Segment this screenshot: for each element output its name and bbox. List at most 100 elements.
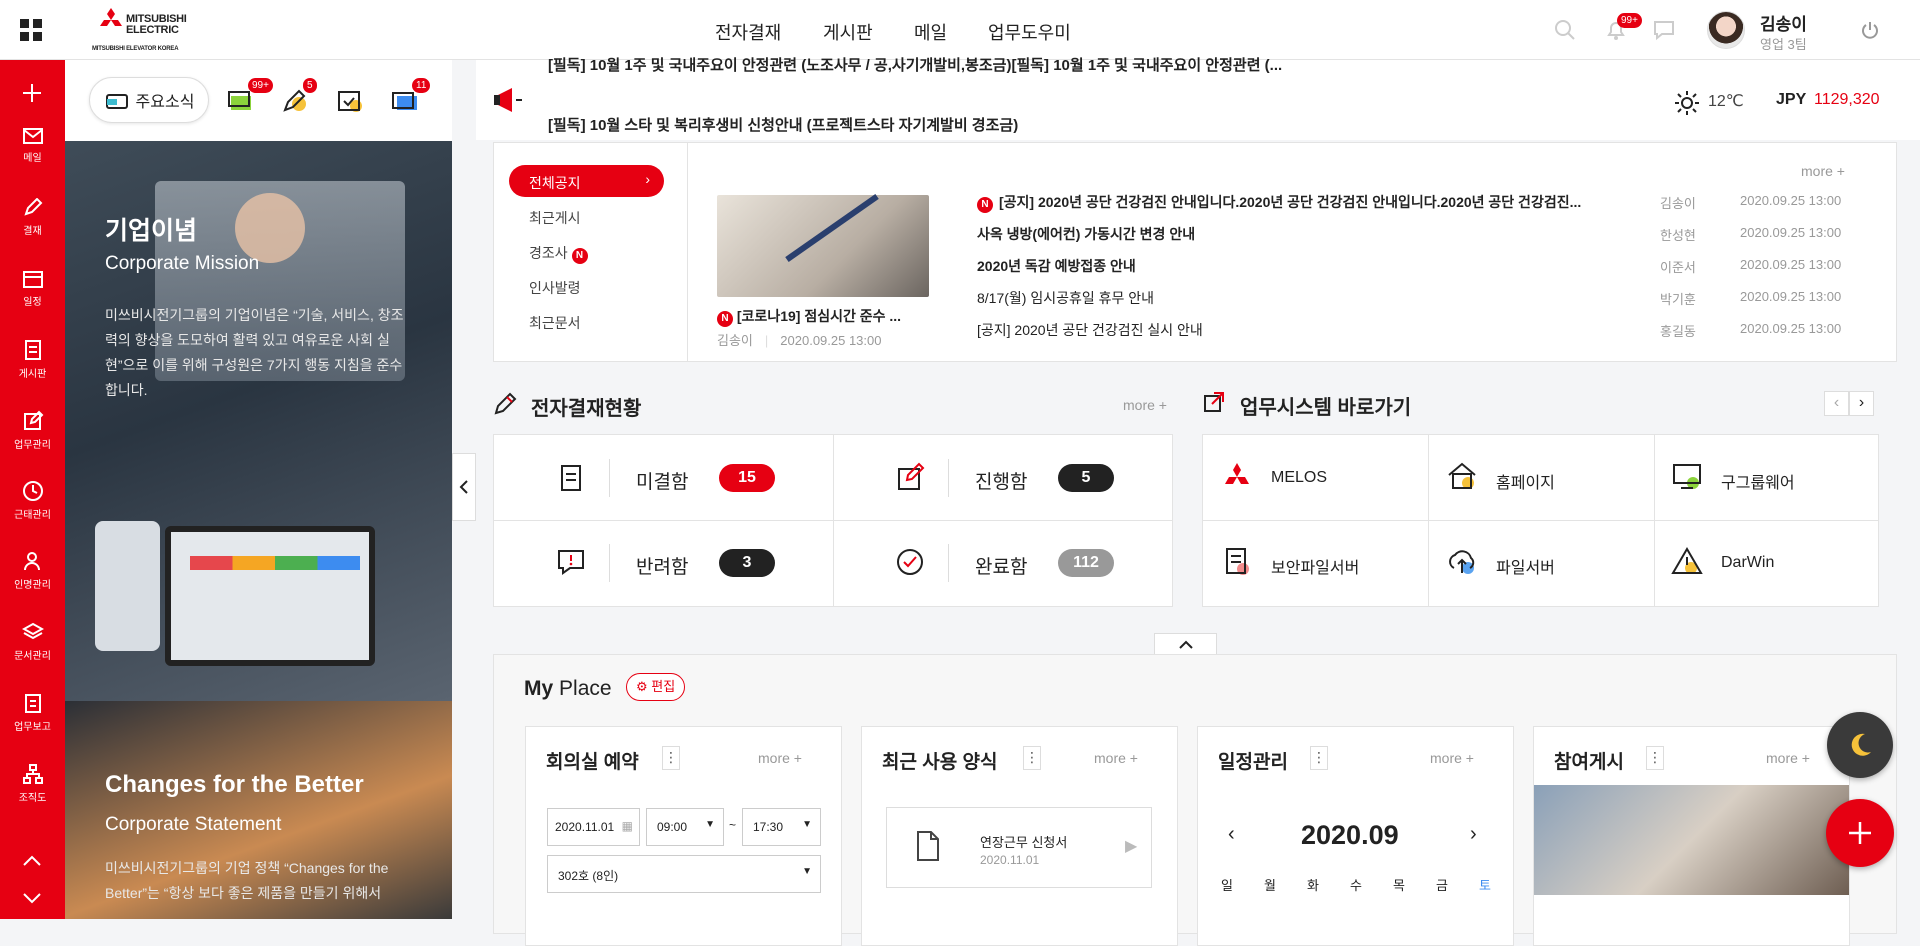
- dark-mode-button[interactable]: [1827, 712, 1893, 778]
- left-panel-tabs: 주요소식 99+ 5 11: [65, 60, 452, 141]
- collapse-myplace-button[interactable]: [1154, 633, 1217, 655]
- corporate-mission-banner[interactable]: 기업이념 Corporate Mission 미쓰비시전기그룹의 기업이념은 “…: [65, 141, 452, 701]
- nav-board[interactable]: 게시판: [823, 19, 873, 45]
- sidebar-item-documents[interactable]: 문서관리: [0, 621, 65, 662]
- company-logo[interactable]: MITSUBISHI ELECTRIC MITSUBISHI ELEVATOR K…: [92, 8, 202, 54]
- scroll-up-icon[interactable]: [22, 855, 42, 867]
- power-icon[interactable]: [1860, 20, 1880, 40]
- notice-tab-all[interactable]: 전체공지 ›: [509, 165, 664, 197]
- shortcuts-box: MELOS 홈페이지 구그룹웨어보안파일서버 파일서버 DarWin: [1202, 434, 1879, 607]
- meeting-end-select[interactable]: 17:30 ▼: [742, 808, 821, 846]
- sidebar-item-people[interactable]: 인명관리: [0, 550, 65, 591]
- calendar-next-button[interactable]: ›: [1470, 823, 1477, 846]
- ticker-line-2[interactable]: [필독] 10월 스타 및 복리후생비 신청안내 (프로젝트스타 자기계발비 경…: [548, 114, 1018, 135]
- approval-item[interactable]: 진행함 5: [833, 435, 1172, 520]
- approval-item[interactable]: 반려함 3: [494, 520, 833, 605]
- card-menu-icon[interactable]: ⋮: [662, 746, 680, 770]
- edit-box-icon: [23, 410, 43, 430]
- notice-row[interactable]: 사옥 냉방(에어컨) 가동시간 변경 안내 한성현 2020.09.25 13:00: [977, 224, 1877, 246]
- corporate-statement-banner[interactable]: Changes for the Better Corporate Stateme…: [65, 701, 452, 919]
- approval-item[interactable]: 완료함 112: [833, 520, 1172, 605]
- sidebar-item-report[interactable]: 업무보고: [0, 692, 65, 733]
- secure-file-icon: [1226, 548, 1249, 575]
- notice-feature-image[interactable]: [717, 193, 929, 297]
- form-name: 연장근무 신청서: [980, 835, 1068, 850]
- meeting-start-select[interactable]: 09:00 ▼: [646, 808, 724, 846]
- participation-image[interactable]: [1534, 785, 1849, 895]
- chat-icon[interactable]: [1652, 18, 1678, 42]
- approval-item[interactable]: 미결함 15: [494, 435, 833, 520]
- notice-row[interactable]: N [공지] 2020년 공단 건강검진 안내입니다.2020년 공단 건강검진 …: [977, 192, 1877, 214]
- sidebar-item-work[interactable]: 업무관리: [0, 410, 65, 451]
- notice-row[interactable]: 2020년 독감 예방접종 안내 이준서 2020.09.25 13:00: [977, 256, 1877, 278]
- add-button[interactable]: [1826, 799, 1894, 867]
- shortcut-item[interactable]: 보안파일서버: [1203, 520, 1428, 605]
- card-menu-icon[interactable]: ⋮: [1646, 746, 1664, 770]
- shortcut-item[interactable]: MELOS: [1203, 435, 1428, 520]
- moon-icon: [1851, 733, 1871, 756]
- melos-icon: [1225, 463, 1249, 484]
- notice-row-date: 2020.09.25 13:00: [1740, 193, 1842, 208]
- search-icon[interactable]: [1553, 18, 1577, 42]
- collapse-panel-button[interactable]: [452, 453, 476, 521]
- meeting-date-input[interactable]: 2020.11.01 ▦: [547, 808, 640, 846]
- shortcut-item[interactable]: 홈페이지: [1428, 435, 1653, 520]
- new-badge: N: [977, 197, 993, 213]
- notice-tab-documents[interactable]: 최근문서: [529, 313, 581, 333]
- shortcut-item[interactable]: DarWin: [1653, 520, 1878, 605]
- shortcut-item[interactable]: 구그룹웨어: [1653, 435, 1878, 520]
- shortcuts-prev-button[interactable]: ‹: [1824, 391, 1849, 416]
- notice-row[interactable]: 8/17(월) 임시공휴일 휴무 안내 박기훈 2020.09.25 13:00: [977, 288, 1877, 310]
- left-panel: 주요소식 99+ 5 11 기업이념 Corporate Mission 미쓰비…: [65, 60, 452, 919]
- layers-icon: [21, 622, 44, 640]
- notice-row-date: 2020.09.25 13:00: [1740, 257, 1842, 272]
- calendar-check-icon[interactable]: [336, 88, 366, 114]
- shortcut-item[interactable]: 파일서버: [1428, 520, 1653, 605]
- nav-work-helper[interactable]: 업무도우미: [988, 19, 1071, 45]
- edit-icon: [898, 462, 925, 490]
- card-more-link[interactable]: more +: [1766, 750, 1810, 766]
- card-more-link[interactable]: more +: [758, 750, 802, 766]
- sidebar-item-org-chart[interactable]: 조직도: [0, 763, 65, 804]
- megaphone-icon: [494, 88, 522, 112]
- notice-tab-recent[interactable]: 최근게시: [529, 208, 581, 228]
- card-more-link[interactable]: more +: [1430, 750, 1474, 766]
- nav-approval[interactable]: 전자결재: [715, 19, 781, 45]
- calendar-weekdays: 일월화수목금토: [1221, 875, 1491, 894]
- weekday-label: 금: [1436, 878, 1448, 893]
- logo-text: MITSUBISHI ELECTRIC: [126, 13, 187, 36]
- nav-mail[interactable]: 메일: [914, 19, 947, 45]
- shortcuts-next-button[interactable]: ›: [1849, 391, 1874, 416]
- notice-feature-meta: 김송이 | 2020.09.25 13:00: [717, 333, 882, 348]
- news-tab[interactable]: 주요소식: [89, 77, 209, 123]
- card-menu-icon[interactable]: ⋮: [1310, 746, 1328, 770]
- sidebar-item-mail[interactable]: 메일: [0, 127, 65, 164]
- app-grid-icon[interactable]: [20, 19, 42, 41]
- person-icon: [23, 552, 40, 571]
- sidebar-item-approval[interactable]: 결재: [0, 198, 65, 237]
- myplace-edit-button[interactable]: ⚙ 편집: [626, 673, 686, 701]
- meeting-room-select[interactable]: 302호 (8인) ▼: [547, 855, 821, 893]
- sidebar-item-schedule[interactable]: 일정: [0, 269, 65, 308]
- plus-icon[interactable]: [21, 82, 43, 104]
- banner1-title: 기업이념: [105, 217, 198, 245]
- card-more-link[interactable]: more +: [1094, 750, 1138, 766]
- notice-feature-title[interactable]: N [코로나19] 점심시간 준수 ...: [717, 306, 901, 327]
- plus-icon: [1849, 822, 1871, 844]
- card-menu-icon[interactable]: ⋮: [1023, 746, 1041, 770]
- sidebar-item-attendance[interactable]: 근태관리: [0, 480, 65, 521]
- sidebar-item-board[interactable]: 게시판: [0, 339, 65, 380]
- avatar[interactable]: [1707, 11, 1745, 49]
- approval-more-link[interactable]: more +: [1123, 397, 1167, 413]
- form-item[interactable]: 연장근무 신청서 2020.11.01 ▶: [886, 807, 1152, 888]
- myplace-title: My Place: [524, 677, 612, 700]
- notice-more-link[interactable]: more +: [1801, 163, 1845, 179]
- new-badge: N: [717, 311, 733, 327]
- notice-tab-events[interactable]: 경조사 N: [529, 243, 588, 264]
- notice-row[interactable]: [공지] 2020년 공단 건강검진 실시 안내 홍길동 2020.09.25 13…: [977, 320, 1877, 342]
- scroll-down-icon[interactable]: [22, 892, 42, 904]
- notice-tab-personnel[interactable]: 인사발령: [529, 278, 581, 298]
- ticker-line-1[interactable]: [필독] 10월 1주 및 국내주요이 안정관련 (노조사무 / 공,사기개발비…: [548, 54, 1282, 75]
- calendar-prev-button[interactable]: ‹: [1228, 823, 1235, 846]
- approval-box: 미결함 15 진행함 5 반려함 3 완료함 112: [493, 434, 1173, 607]
